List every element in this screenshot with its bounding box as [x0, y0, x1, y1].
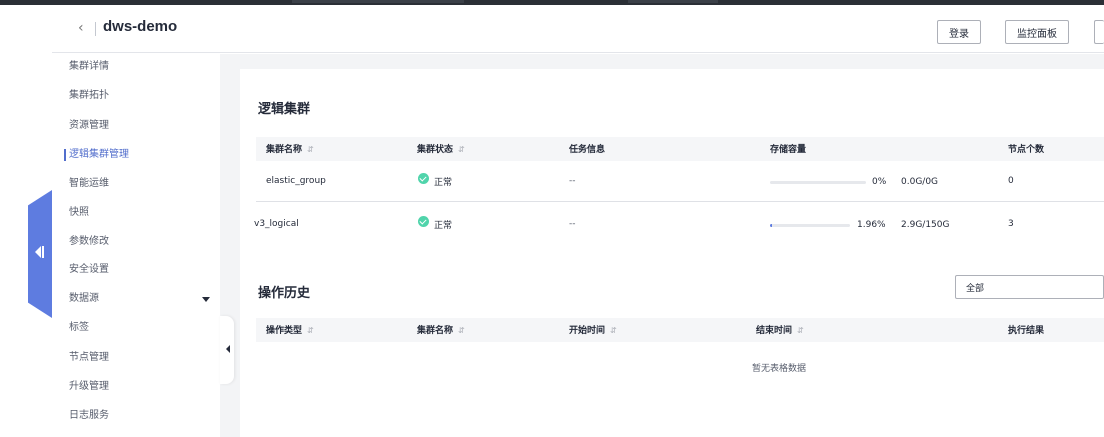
sidebar-item-parameters[interactable]: 参数修改 [69, 234, 109, 250]
sidebar-item-cluster-details[interactable]: 集群详情 [69, 59, 109, 75]
page-title: dws-demo [103, 18, 178, 35]
sort-icon[interactable]: ⇵ [458, 326, 465, 335]
sidebar-item-resource-management[interactable]: 资源管理 [69, 118, 109, 134]
cluster-name[interactable]: v3_logical [254, 219, 299, 229]
sidebar-item-data-source[interactable]: 数据源 [69, 291, 99, 307]
check-circle-icon [418, 216, 429, 227]
top-strip-segment [292, 0, 464, 3]
sort-icon[interactable]: ⇵ [307, 145, 314, 154]
column-header: 存储容量 [770, 145, 807, 155]
storage-progress-bar [770, 181, 866, 184]
sidebar-item-log-service[interactable]: 日志服务 [69, 408, 109, 424]
page-header: ‹ dws-demo 登录 监控面板 [52, 5, 1104, 53]
caret-left-icon [226, 345, 230, 353]
check-circle-icon [418, 173, 429, 184]
storage-percent: 1.96% [857, 220, 886, 230]
task-info: -- [569, 219, 576, 229]
filter-value: 全部 [966, 284, 985, 294]
column-header: 执行结果 [1008, 326, 1045, 336]
operation-history-title: 操作历史 [258, 286, 311, 301]
sort-icon[interactable]: ⇵ [610, 326, 617, 335]
column-header: 节点个数 [1008, 145, 1045, 155]
login-button[interactable]: 登录 [937, 20, 981, 44]
active-indicator [64, 149, 66, 161]
column-header[interactable]: 开始时间 ⇵ [569, 323, 617, 336]
storage-percent: 0% [872, 177, 887, 187]
sidebar-item-snapshot[interactable]: 快照 [69, 205, 89, 221]
sidebar-item-tags[interactable]: 标签 [69, 320, 89, 336]
column-header[interactable]: 操作类型 ⇵ [266, 323, 314, 336]
column-header: 任务信息 [569, 145, 606, 155]
storage-capacity: 2.9G/150G [901, 220, 950, 230]
node-count: 3 [1008, 219, 1014, 229]
back-icon[interactable]: ‹ [78, 19, 96, 37]
cluster-name[interactable]: elastic_group [266, 176, 326, 186]
cluster-status: 正常 [434, 178, 453, 188]
panel-toggle[interactable] [220, 316, 234, 384]
sort-icon[interactable]: ⇵ [307, 326, 314, 335]
history-table-header: 操作类型 ⇵ 集群名称 ⇵ 开始时间 ⇵ 结束时间 ⇵ 执行结果 [256, 318, 1104, 342]
sidebar-item-upgrade[interactable]: 升级管理 [69, 379, 109, 395]
sidebar-item-logical-cluster[interactable]: 逻辑集群管理 [69, 147, 129, 163]
collapse-sidebar-icon[interactable] [35, 246, 45, 258]
sort-icon[interactable]: ⇵ [797, 326, 804, 335]
header-divider [95, 22, 96, 36]
sidebar-item-intelligent-om[interactable]: 智能运维 [69, 176, 109, 192]
content-card [240, 69, 1104, 437]
logical-cluster-table-header: 集群名称 ⇵ 集群状态 ⇵ 任务信息 存储容量 节点个数 [256, 137, 1104, 161]
sidebar-item-cluster-topology[interactable]: 集群拓扑 [69, 88, 109, 104]
row-divider [256, 201, 1104, 202]
node-count: 0 [1008, 176, 1014, 186]
top-strip-segment [628, 0, 718, 3]
cluster-status: 正常 [434, 221, 453, 231]
sidebar-item-node-management[interactable]: 节点管理 [69, 350, 109, 366]
sidebar: 集群详情 集群拓扑 资源管理 逻辑集群管理 智能运维 快照 参数修改 安全设置 … [52, 54, 220, 437]
column-header[interactable]: 集群名称 ⇵ [266, 142, 314, 155]
more-button[interactable] [1094, 20, 1104, 44]
sidebar-item-security[interactable]: 安全设置 [69, 262, 109, 278]
column-header[interactable]: 集群名称 ⇵ [417, 323, 465, 336]
history-filter-select[interactable]: 全部 [955, 275, 1104, 299]
caret-down-icon[interactable] [202, 297, 210, 302]
column-header[interactable]: 结束时间 ⇵ [756, 323, 804, 336]
sort-icon[interactable]: ⇵ [458, 145, 465, 154]
monitor-panel-button[interactable]: 监控面板 [1005, 20, 1069, 44]
empty-table-text: 暂无表格数据 [752, 364, 807, 374]
column-header[interactable]: 集群状态 ⇵ [417, 142, 465, 155]
storage-capacity: 0.0G/0G [901, 177, 939, 187]
logical-cluster-title: 逻辑集群 [258, 102, 311, 117]
storage-progress-bar [770, 224, 850, 227]
task-info: -- [569, 176, 576, 186]
